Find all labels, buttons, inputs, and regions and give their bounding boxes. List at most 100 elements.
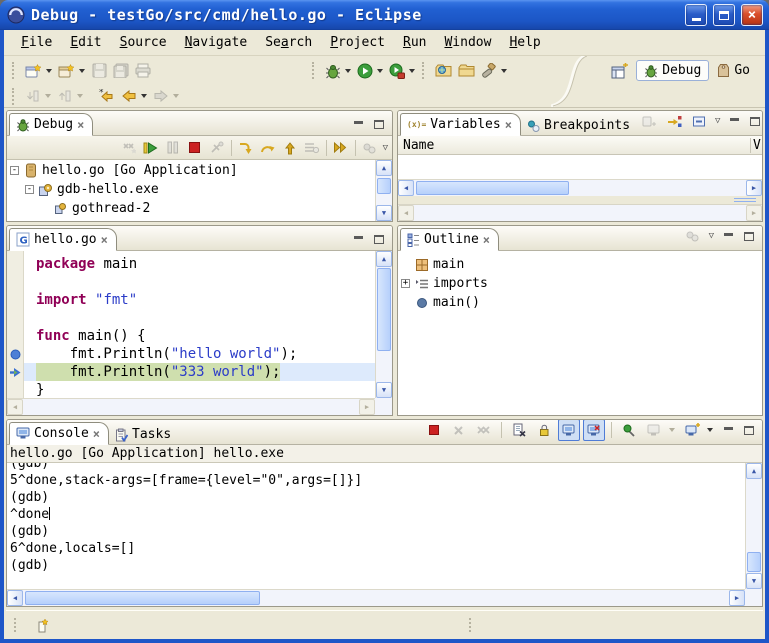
variables-horizontal-scrollbar[interactable]: ◀ ▶ — [398, 179, 762, 196]
scrollbar-thumb[interactable] — [416, 181, 569, 195]
open-console-dropdown[interactable] — [707, 428, 713, 432]
remove-all-launches-button[interactable] — [473, 419, 495, 441]
menu-edit[interactable]: Edit — [61, 32, 110, 53]
code-line[interactable]: } — [24, 381, 375, 398]
minimize-view-button[interactable] — [349, 231, 367, 247]
view-menu-icon[interactable]: ▽ — [707, 231, 716, 241]
display-console-dropdown[interactable] — [669, 428, 675, 432]
editor-annotation-ruler[interactable] — [7, 251, 24, 398]
gutter-cell[interactable] — [7, 291, 23, 309]
step-return-button[interactable] — [279, 137, 301, 159]
titlebar[interactable]: Debug - testGo/src/cmd/hello.go - Eclips… — [0, 0, 769, 30]
breakpoint-icon[interactable] — [7, 345, 23, 363]
debug-misc-button[interactable] — [359, 137, 381, 159]
code-line[interactable]: import "fmt" — [24, 291, 375, 309]
outline-item[interactable]: +imports — [398, 274, 762, 293]
close-icon[interactable]: × — [483, 235, 490, 245]
statusbar-grip[interactable] — [14, 618, 20, 632]
close-icon[interactable]: × — [77, 120, 84, 130]
scroll-right-icon[interactable]: ▶ — [746, 205, 762, 221]
console-line[interactable]: (gdb) — [10, 463, 745, 472]
maximize-view-button[interactable] — [370, 231, 388, 247]
remove-all-terminated-button[interactable] — [118, 137, 140, 159]
new-project-dropdown[interactable] — [79, 69, 85, 73]
menu-run[interactable]: Run — [394, 32, 435, 53]
tab-tasks[interactable]: Tasks — [109, 424, 179, 445]
forward-button[interactable] — [150, 85, 172, 107]
search-dropdown[interactable] — [501, 69, 507, 73]
next-annotation-button[interactable] — [22, 85, 44, 107]
minimize-view-button[interactable] — [719, 422, 737, 438]
clear-console-button[interactable] — [508, 419, 530, 441]
view-menu-icon[interactable]: ▽ — [713, 116, 722, 126]
tree-expander-icon[interactable]: - — [10, 166, 19, 175]
suspend-button[interactable] — [162, 137, 184, 159]
menu-navigate[interactable]: Navigate — [176, 32, 257, 53]
tab-hello-go[interactable]: G hello.go × — [9, 228, 117, 251]
scroll-down-icon[interactable]: ▼ — [376, 382, 392, 398]
scroll-right-icon[interactable]: ▶ — [746, 180, 762, 196]
menu-window[interactable]: Window — [435, 32, 500, 53]
outline-item[interactable]: main() — [398, 293, 762, 312]
debug-tree-item[interactable]: gothread-2 — [7, 199, 375, 218]
menu-search[interactable]: Search — [256, 32, 321, 53]
column-name[interactable]: Name — [403, 138, 434, 153]
fast-view-icon[interactable] — [32, 614, 54, 636]
previous-annotation-dropdown[interactable] — [77, 94, 83, 98]
toolbar-grip[interactable] — [422, 62, 428, 79]
variables-table-area[interactable] — [398, 155, 762, 179]
column-value[interactable]: V — [750, 138, 762, 153]
console-horizontal-scrollbar[interactable]: ◀ ▶ — [7, 589, 745, 606]
scrollbar-thumb[interactable] — [25, 591, 260, 605]
scroll-left-icon[interactable]: ◀ — [398, 180, 414, 196]
variables-column-header[interactable]: Name V — [398, 136, 762, 155]
toolbar-grip[interactable] — [12, 88, 18, 105]
scroll-left-icon[interactable]: ◀ — [7, 399, 23, 415]
console-line[interactable]: 5^done,stack-args=[frame={level="0",args… — [10, 472, 745, 489]
editor-text-area[interactable]: package main import "fmt" func main() { … — [24, 251, 375, 398]
detail-pane-scrollbar[interactable]: ◀ ▶ — [398, 204, 762, 221]
scroll-down-icon[interactable]: ▼ — [746, 573, 762, 589]
show-logical-structure-button[interactable] — [663, 110, 685, 132]
forward-dropdown[interactable] — [173, 94, 179, 98]
toolbar-grip[interactable] — [12, 62, 18, 79]
gutter-cell[interactable] — [7, 381, 23, 399]
view-menu-icon[interactable]: ▽ — [381, 143, 390, 153]
maximize-button[interactable] — [713, 4, 735, 26]
last-edit-location-button[interactable]: * — [96, 85, 118, 107]
maximize-view-button[interactable] — [746, 113, 763, 129]
external-tools-dropdown[interactable] — [409, 69, 415, 73]
console-output[interactable]: (gdb)5^done,stack-args=[frame={level="0"… — [7, 463, 745, 589]
pin-console-button[interactable] — [618, 419, 640, 441]
tree-expander-icon[interactable]: - — [25, 185, 34, 194]
gutter-cell[interactable] — [7, 255, 23, 273]
tab-outline[interactable]: Outline × — [400, 228, 499, 251]
scrollbar-thumb[interactable] — [747, 552, 761, 572]
debug-tree-item[interactable]: -hello.go [Go Application] — [7, 161, 375, 180]
perspective-go-button[interactable]: Go — [714, 61, 753, 80]
tab-console[interactable]: Console × — [9, 422, 109, 445]
gutter-cell[interactable] — [7, 273, 23, 291]
new-wizard-button[interactable] — [22, 60, 45, 82]
save-all-button[interactable] — [110, 60, 132, 82]
scroll-left-icon[interactable]: ◀ — [398, 205, 414, 221]
show-console-stderr-button[interactable] — [583, 419, 605, 441]
debug-tree-item[interactable]: -gdb-hello.exe — [7, 180, 375, 199]
statusbar-grip[interactable] — [469, 618, 475, 632]
run-dropdown[interactable] — [377, 69, 383, 73]
instruction-stepping-button[interactable] — [330, 137, 352, 159]
scrollbar-thumb[interactable] — [377, 178, 391, 194]
debug-dropdown[interactable] — [345, 69, 351, 73]
tab-breakpoints[interactable]: Breakpoints — [521, 115, 638, 136]
debug-button[interactable] — [322, 60, 344, 82]
back-dropdown[interactable] — [141, 94, 147, 98]
scroll-up-icon[interactable]: ▲ — [376, 251, 392, 267]
code-line[interactable] — [24, 309, 375, 327]
tab-variables[interactable]: (x)= Variables × — [400, 113, 521, 136]
scroll-left-icon[interactable]: ◀ — [7, 590, 23, 606]
detail-pane-sash[interactable] — [398, 196, 762, 204]
terminate-button[interactable] — [184, 137, 206, 159]
code-line[interactable]: package main — [24, 255, 375, 273]
menu-source[interactable]: Source — [111, 32, 176, 53]
tree-expander-icon[interactable]: + — [401, 279, 410, 288]
